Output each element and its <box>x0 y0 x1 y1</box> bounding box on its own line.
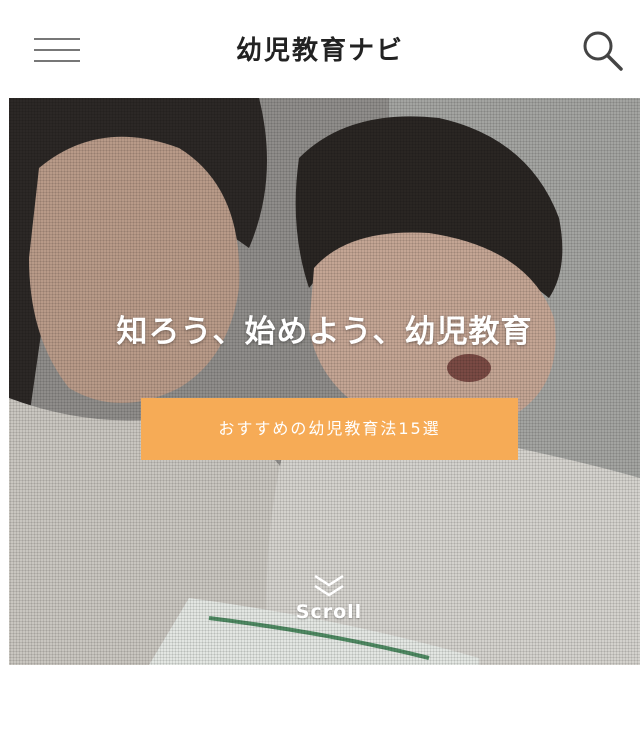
recommended-methods-button[interactable]: おすすめの幼児教育法15選 <box>141 398 518 460</box>
double-chevron-down-icon <box>314 574 344 597</box>
site-title[interactable]: 幼児教育ナビ <box>0 30 640 67</box>
hero-banner: 知ろう、始めよう、幼児教育 おすすめの幼児教育法15選 Scroll <box>9 98 640 665</box>
hero-tagline: 知ろう、始めよう、幼児教育 <box>116 314 533 350</box>
site-header: 幼児教育ナビ <box>0 0 640 98</box>
search-icon[interactable] <box>580 28 626 74</box>
scroll-indicator[interactable]: Scroll <box>279 573 379 633</box>
scroll-label: Scroll <box>295 601 363 623</box>
